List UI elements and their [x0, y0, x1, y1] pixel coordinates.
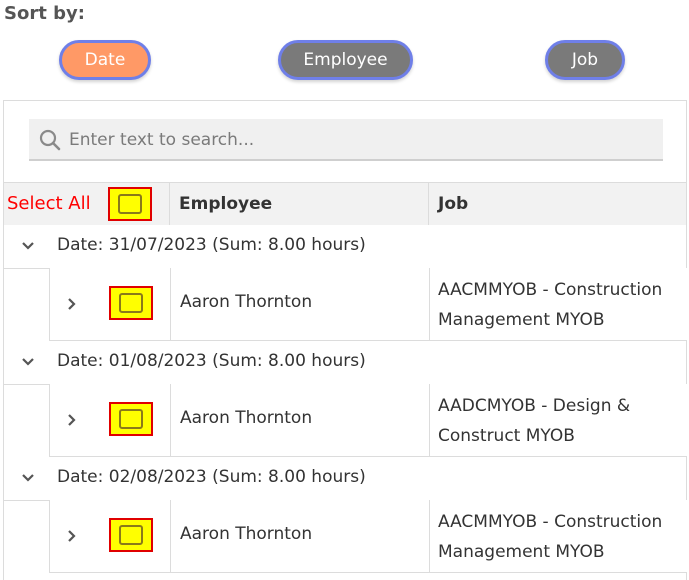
group-row[interactable]: Date: 31/07/2023 (Sum: 8.00 hours) — [4, 225, 686, 269]
group-row[interactable]: Date: 01/08/2023 (Sum: 8.00 hours) — [4, 341, 686, 385]
column-header-job[interactable]: Job — [438, 194, 468, 214]
column-divider — [170, 500, 171, 572]
group-label: Date: 02/08/2023 (Sum: 8.00 hours) — [57, 467, 366, 487]
group-label: Date: 31/07/2023 (Sum: 8.00 hours) — [57, 235, 366, 255]
column-divider — [170, 384, 171, 456]
row-checkbox[interactable] — [109, 286, 153, 320]
column-divider — [170, 268, 171, 340]
sort-label: Sort by: — [4, 3, 85, 24]
select-all-checkbox[interactable] — [108, 187, 152, 221]
employee-cell: Aaron Thornton — [180, 292, 313, 312]
sort-by-date-button[interactable]: Date — [59, 40, 151, 80]
grid-header-row: Select All Employee Job — [4, 182, 686, 227]
employee-cell: Aaron Thornton — [180, 524, 313, 544]
table-row[interactable]: Aaron Thornton AACMMYOB - Construction M… — [49, 268, 687, 341]
search-input[interactable] — [67, 119, 661, 161]
job-cell: AACMMYOB - Construction Management MYOB — [438, 280, 663, 330]
row-checkbox[interactable] — [109, 402, 153, 436]
employee-cell: Aaron Thornton — [180, 408, 313, 428]
sort-by-employee-button[interactable]: Employee — [278, 40, 413, 80]
timesheet-grid: Select All Employee Job Date: 31/07/2023… — [3, 100, 687, 580]
column-header-employee[interactable]: Employee — [179, 194, 272, 214]
chevron-right-icon[interactable] — [64, 528, 80, 544]
job-cell: AACMMYOB - Construction Management MYOB — [438, 512, 663, 562]
column-divider — [429, 500, 430, 572]
search-box — [29, 119, 663, 161]
chevron-down-icon[interactable] — [20, 470, 36, 486]
chevron-down-icon[interactable] — [20, 238, 36, 254]
chevron-right-icon[interactable] — [64, 296, 80, 312]
group-row[interactable]: Date: 02/08/2023 (Sum: 8.00 hours) — [4, 457, 686, 501]
search-icon — [39, 129, 61, 151]
column-divider — [429, 384, 430, 456]
table-row[interactable]: Aaron Thornton AADCMYOB - Design & Const… — [49, 384, 687, 457]
job-cell: AADCMYOB - Design & Construct MYOB — [438, 396, 631, 446]
sort-by-job-button[interactable]: Job — [545, 40, 625, 80]
select-all-label[interactable]: Select All — [7, 193, 91, 214]
row-checkbox[interactable] — [109, 518, 153, 552]
group-label: Date: 01/08/2023 (Sum: 8.00 hours) — [57, 351, 366, 371]
column-divider — [428, 183, 429, 226]
column-divider — [429, 268, 430, 340]
table-row[interactable]: Aaron Thornton AACMMYOB - Construction M… — [49, 500, 687, 573]
chevron-right-icon[interactable] — [64, 412, 80, 428]
column-divider — [169, 183, 170, 226]
chevron-down-icon[interactable] — [20, 354, 36, 370]
